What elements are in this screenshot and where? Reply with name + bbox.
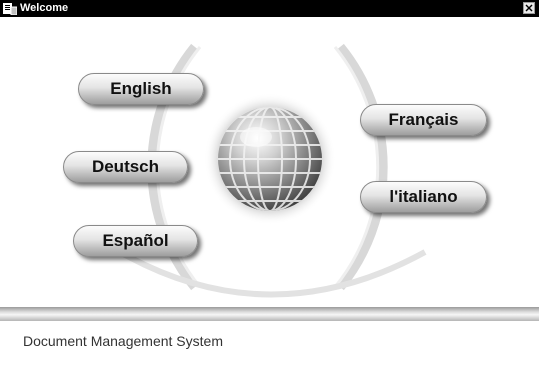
welcome-window: Welcome English Deutsch Español Français… — [0, 0, 539, 369]
divider-bar — [0, 307, 539, 321]
close-button[interactable] — [523, 2, 535, 14]
deutsch-button[interactable]: Deutsch — [63, 151, 188, 183]
product-name: Document Management System — [23, 333, 223, 349]
espanol-button[interactable]: Español — [73, 225, 198, 257]
app-icon — [3, 3, 17, 15]
language-selection-area: English Deutsch Español Français l'itali… — [0, 17, 539, 307]
footer-area: Document Management System — [0, 321, 539, 369]
francais-button[interactable]: Français — [360, 104, 487, 136]
italiano-button[interactable]: l'italiano — [360, 181, 487, 213]
english-button[interactable]: English — [78, 73, 204, 105]
title-bar: Welcome — [0, 0, 539, 17]
window-title: Welcome — [20, 2, 69, 14]
close-icon — [525, 4, 533, 12]
